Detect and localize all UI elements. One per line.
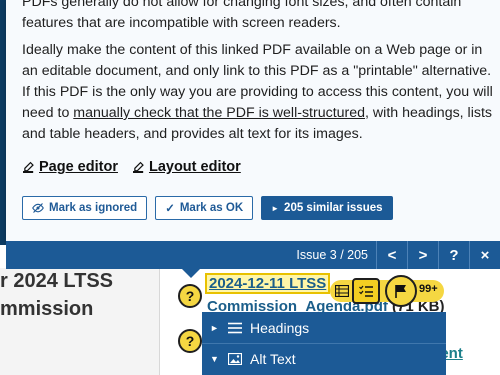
outline-item-label: Alt Text (250, 351, 296, 367)
issue-navigation-bar: Issue 3 / 205 < > ? × (6, 241, 500, 269)
caret-down-icon: ▼ (210, 354, 219, 364)
previous-issue-button[interactable]: < (376, 241, 407, 269)
layout-editor-link[interactable]: Layout editor (132, 159, 241, 175)
table-icon (335, 285, 349, 297)
checkmark-icon: ✓ (165, 203, 175, 215)
list-check-icon (359, 285, 373, 297)
page-heading-line2: mmission (0, 298, 94, 320)
caret-right-icon: ► (210, 322, 219, 333)
issue-tooltip-panel: PDFs generally do not allow for changing… (6, 0, 500, 241)
close-icon: × (480, 246, 490, 264)
page-editor-link[interactable]: Page editor (22, 159, 118, 175)
toggle-issues-button[interactable] (385, 275, 417, 307)
similar-issues-button[interactable]: ► 205 similar issues (261, 196, 393, 220)
edit-icon (23, 161, 34, 173)
page-editor-label: Page editor (39, 159, 118, 175)
toggle-outline-button[interactable] (352, 278, 380, 304)
help-icon: ? (449, 246, 459, 264)
issue-counter: Issue 3 / 205 (296, 248, 368, 262)
flag-icon (395, 285, 406, 298)
issue-description: PDFs generally do not allow for changing… (22, 0, 462, 31)
outline-panel: ► Headings ▼ Alt Text (202, 312, 446, 375)
edit-icon (132, 161, 144, 173)
manual-check-link[interactable]: manually check that the PDF is well-stru… (73, 105, 365, 121)
highlighted-pdf-link[interactable]: 2024-12-11 LTSS (204, 273, 331, 294)
expand-arrow-icon: ► (271, 203, 280, 213)
mark-as-ignored-label: Mark as ignored (49, 202, 138, 214)
outline-item-label: Headings (250, 319, 310, 336)
layout-editor-label: Layout editor (148, 159, 241, 175)
question-icon: ? (185, 333, 195, 349)
question-icon: ? (185, 288, 195, 304)
mark-as-ignored-button[interactable]: Mark as ignored (22, 196, 148, 220)
outline-item-alt-text[interactable]: ▼ Alt Text (202, 343, 446, 374)
chevron-left-icon: < (387, 246, 397, 264)
issue-recommendation: Ideally make the content of this linked … (22, 40, 496, 145)
mark-as-ok-button[interactable]: ✓ Mark as OK (155, 196, 254, 220)
help-button[interactable]: ? (438, 241, 469, 269)
page-heading-line1: r 2024 LTSS (0, 270, 114, 292)
issue-badge[interactable]: ? (178, 329, 202, 353)
issue-actions: Mark as ignored ✓ Mark as OK ► 205 simil… (22, 196, 393, 220)
similar-issues-label: 205 similar issues (284, 202, 383, 214)
chevron-right-icon: > (418, 246, 428, 264)
tooltip-pointer (182, 269, 200, 278)
issue-badge[interactable]: ? (178, 284, 202, 308)
next-issue-button[interactable]: > (407, 241, 438, 269)
eye-slash-icon (32, 203, 44, 213)
mark-as-ok-label: Mark as OK (179, 202, 244, 214)
image-icon (228, 353, 242, 365)
outline-item-headings[interactable]: ► Headings (202, 312, 446, 343)
close-tooltip-button[interactable]: × (469, 241, 500, 269)
toggle-table-button[interactable] (330, 280, 354, 302)
issue-count-badge: 99+ (419, 283, 438, 295)
editor-links: Page editor Layout editor (22, 159, 241, 175)
checker-toolbar: 99+ (330, 275, 444, 307)
menu-lines-icon (228, 322, 242, 333)
